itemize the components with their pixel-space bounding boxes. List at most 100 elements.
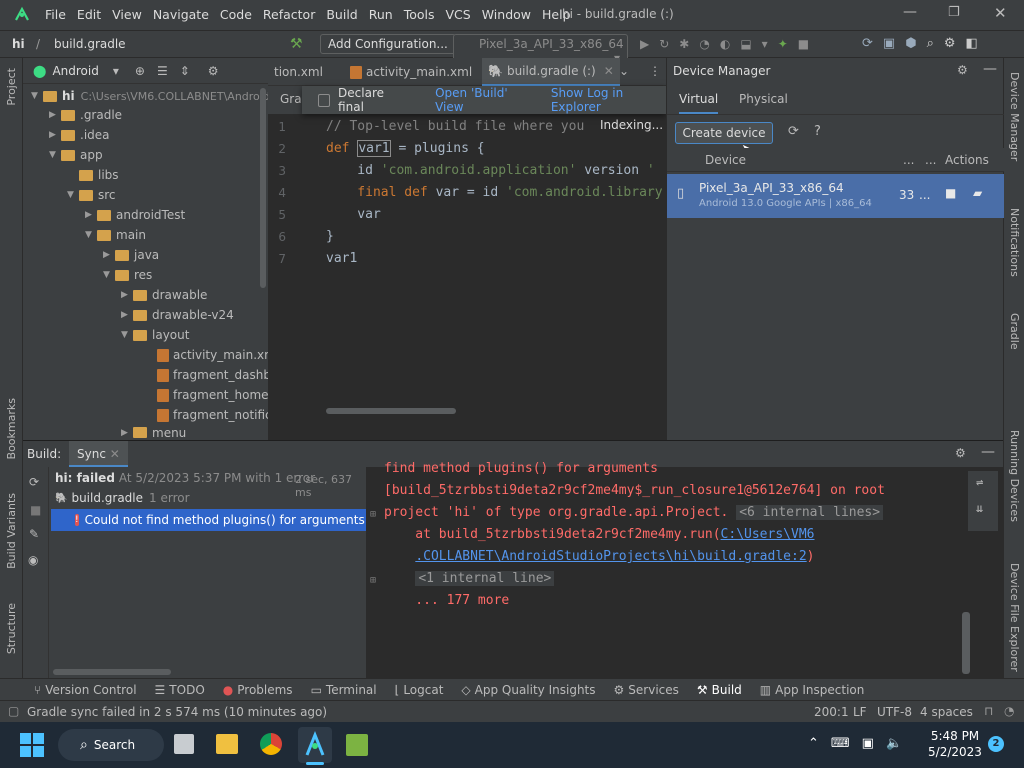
notepad-icon[interactable] — [346, 734, 368, 756]
stop-icon[interactable]: ■ — [945, 186, 956, 200]
problems-tool[interactable]: ● Problems — [223, 683, 293, 697]
lock-icon[interactable]: ⊓ — [984, 704, 993, 718]
refresh-icon[interactable]: ⟳ — [788, 124, 799, 139]
device-more[interactable]: ... — [919, 188, 930, 202]
cursor-position[interactable]: 200:1 — [814, 705, 849, 719]
project-view-select[interactable]: Android — [52, 64, 98, 78]
file-link[interactable]: .COLLABNET\AndroidStudioProjects\hi\buil… — [415, 549, 806, 564]
show-log-link[interactable]: Show Log in Explorer — [551, 86, 666, 114]
android-studio-taskbar-button[interactable] — [298, 727, 332, 763]
tree-item-androidtest[interactable]: ▶ androidTest — [85, 205, 185, 225]
structure-tool-button[interactable]: Structure — [5, 603, 18, 654]
menu-tools[interactable]: Tools — [404, 7, 435, 22]
tree-item-activity-main[interactable]: activity_main.xml — [157, 345, 268, 365]
menu-file[interactable]: File — [45, 7, 66, 22]
hammer-icon[interactable]: ⚒ — [290, 36, 303, 52]
pin-icon[interactable]: ✎ — [29, 527, 39, 541]
collapsed-lines-tag[interactable]: <6 internal lines> — [736, 505, 884, 520]
bookmarks-tool-button[interactable]: Bookmarks — [5, 398, 18, 459]
editor-h-scrollbar[interactable] — [326, 408, 456, 414]
volume-icon[interactable]: 🔈 — [886, 736, 902, 751]
target-icon[interactable]: ⊕ — [135, 64, 145, 78]
display-icon[interactable]: ▣ — [862, 736, 874, 751]
profile-icon[interactable]: ◔ — [699, 37, 709, 51]
ide-logo-icon[interactable]: ◧ — [966, 36, 978, 51]
menu-navigate[interactable]: Navigate — [153, 7, 209, 22]
code-content[interactable]: // Top-level build file where you def va… — [326, 116, 664, 270]
close-tab-icon[interactable]: ✕ — [604, 64, 614, 78]
run-icon[interactable]: ▶ — [640, 37, 649, 51]
build-tool[interactable]: ⚒ Build — [697, 683, 742, 697]
project-tool-button[interactable]: Project — [5, 68, 18, 106]
gear-icon[interactable]: ⚙ — [957, 63, 968, 77]
chevron-up-icon[interactable]: ⌃ — [808, 736, 819, 751]
checkbox[interactable] — [318, 93, 331, 107]
apply-changes-icon[interactable]: ✦ — [778, 37, 788, 51]
folder-open-icon[interactable]: ▰ — [973, 186, 982, 200]
build-file-row[interactable]: 🐘 build.gradle 1 error — [55, 491, 190, 505]
tree-item-java[interactable]: ▶ java — [103, 245, 159, 265]
tabs-dropdown-icon[interactable]: ⌄ — [619, 64, 629, 78]
debug-icon[interactable]: ✱ — [679, 37, 689, 51]
minimize-icon[interactable]: — — [903, 4, 917, 20]
tree-item-src[interactable]: ▼ src — [67, 185, 116, 205]
refresh-icon[interactable]: ⟳ — [29, 475, 39, 489]
menu-run[interactable]: Run — [369, 7, 393, 22]
tree-item-res[interactable]: ▼ res — [103, 265, 152, 285]
search-icon[interactable]: ⌕ — [927, 36, 934, 51]
menu-vcs[interactable]: VCS — [446, 7, 471, 22]
collapse-all-icon[interactable]: ⇕ — [180, 64, 190, 78]
collapsed-lines-tag[interactable]: <1 internal line> — [415, 571, 555, 586]
menu-window[interactable]: Window — [482, 7, 531, 22]
notification-badge[interactable]: 2 — [988, 736, 1004, 752]
column-actions[interactable]: Actions — [945, 153, 989, 167]
gear-icon[interactable]: ⚙ — [955, 446, 966, 460]
device-file-explorer-tool-button[interactable]: Device File Explorer — [1008, 563, 1021, 672]
menu-view[interactable]: View — [112, 7, 142, 22]
more-run-icon[interactable]: ▾ — [762, 37, 768, 51]
create-device-button[interactable]: Create device — [675, 122, 773, 144]
sync-gradle-icon[interactable]: ⟳ — [862, 36, 873, 51]
app-quality-insights-tool[interactable]: ◇ App Quality Insights — [461, 683, 595, 697]
tree-item-app[interactable]: ▼ app — [49, 145, 103, 165]
tree-item-layout[interactable]: ▼ layout — [121, 325, 189, 345]
chrome-icon[interactable] — [260, 733, 282, 755]
tree-item-main[interactable]: ▼ main — [85, 225, 146, 245]
keyboard-icon[interactable]: ⌨ — [831, 736, 850, 751]
tab-virtual[interactable]: Virtual — [679, 92, 719, 114]
memory-icon[interactable]: ◔ — [1004, 704, 1014, 718]
tree-item-libs[interactable]: libs — [67, 165, 119, 185]
chevron-down-icon[interactable]: ▾ — [113, 64, 119, 78]
device-manager-icon[interactable]: ▣ — [883, 36, 895, 51]
rerun-icon[interactable]: ↻ — [659, 37, 669, 51]
hide-panel-icon[interactable]: — — [983, 61, 997, 77]
gear-icon[interactable]: ⚙ — [944, 36, 956, 51]
add-configuration-button[interactable]: Add Configuration... — [320, 34, 456, 54]
indent-setting[interactable]: 4 spaces — [920, 705, 973, 719]
close-icon[interactable]: ✕ — [994, 4, 1007, 22]
device-row[interactable]: ▯ Pixel_3a_API_33_x86_64 Android 13.0 Go… — [667, 174, 1004, 218]
tree-item-fragment-home[interactable]: fragment_home.xml — [157, 385, 268, 405]
tree-item-drawable-v24[interactable]: ▶ drawable-v24 — [121, 305, 234, 325]
column-device[interactable]: Device — [705, 153, 746, 167]
tree-item-fragment-notifications[interactable]: fragment_notifications.xml — [157, 405, 268, 425]
hide-panel-icon[interactable]: — — [981, 444, 995, 460]
scroll-to-end-icon[interactable]: ⇊ — [976, 501, 983, 515]
file-explorer-icon[interactable] — [216, 734, 238, 754]
tree-item-fragment-dashboard[interactable]: fragment_dashboard.xml — [157, 365, 268, 385]
tab-build-gradle[interactable]: 🐘 build.gradle (:) ✕ — [482, 58, 620, 86]
logcat-tool[interactable]: ⌊ Logcat — [395, 683, 444, 697]
build-tree-scrollbar[interactable] — [53, 669, 171, 675]
file-link[interactable]: C:\Users\VM6 — [721, 527, 815, 542]
task-view-icon[interactable] — [174, 734, 194, 754]
device-manager-tool-button[interactable]: Device Manager — [1008, 72, 1021, 161]
menu-refactor[interactable]: Refactor — [263, 7, 315, 22]
tab-sync[interactable]: Sync ✕ — [69, 441, 128, 467]
gear-icon[interactable]: ⚙ — [208, 64, 219, 78]
menu-code[interactable]: Code — [220, 7, 252, 22]
taskbar-search[interactable]: ⌕ Search — [58, 729, 164, 761]
version-control-tool[interactable]: ⑂ Version Control — [34, 683, 137, 697]
todo-tool[interactable]: ☰ TODO — [155, 683, 205, 697]
running-devices-tool-button[interactable]: Running Devices — [1008, 430, 1021, 522]
open-build-view-link[interactable]: Open 'Build' View — [435, 86, 531, 114]
